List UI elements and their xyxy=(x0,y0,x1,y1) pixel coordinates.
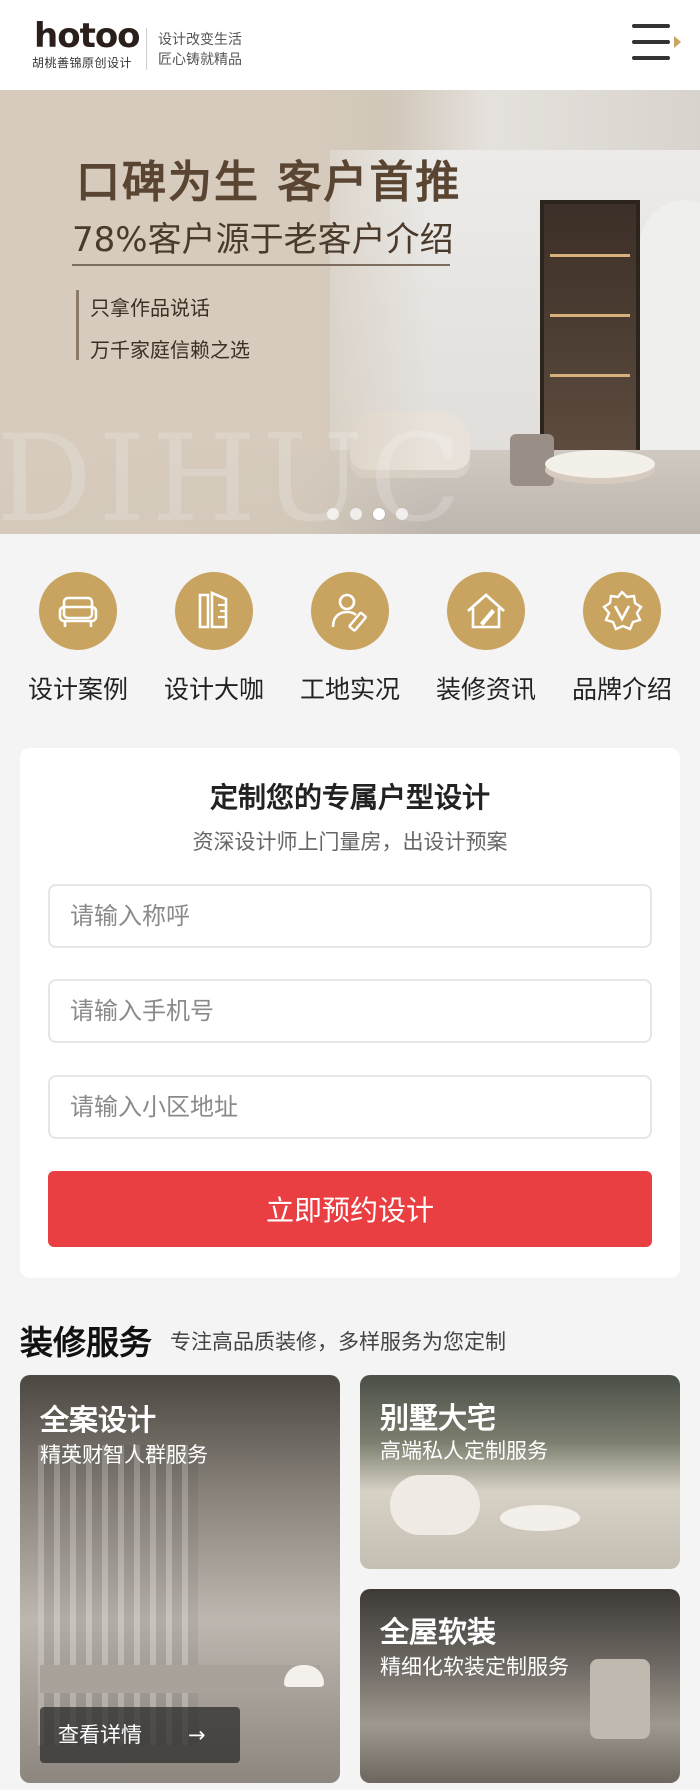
category-label: 品牌介绍 xyxy=(571,675,672,704)
service-card-full-design[interactable]: 全案设计 精英财智人群服务 查看详情 → xyxy=(20,1375,340,1783)
service-title: 别墅大宅 xyxy=(380,1401,497,1435)
category-site-live[interactable]: 工地实况 xyxy=(282,560,418,710)
category-label: 装修资讯 xyxy=(435,675,536,704)
service-desc: 精细化软装定制服务 xyxy=(380,1655,569,1679)
service-title: 全屋软装 xyxy=(380,1615,497,1649)
cabinet-shelf xyxy=(550,254,630,257)
carousel-dot-active[interactable] xyxy=(373,508,385,520)
photo-couch xyxy=(390,1475,480,1535)
photo-chair xyxy=(590,1659,650,1739)
phone-input[interactable] xyxy=(48,979,652,1043)
hero-banner[interactable]: DIHUC 口碑为生 客户首推 78%客户源于老客户介绍 只拿作品说话 万千家庭… xyxy=(0,90,700,534)
menu-arrow-icon xyxy=(674,36,681,48)
service-card-soft-furnishing[interactable]: 全屋软装 精细化软装定制服务 xyxy=(360,1589,680,1783)
banner-photo-coffee-table xyxy=(545,450,655,478)
banner-bullet-2: 万千家庭信赖之选 xyxy=(90,338,250,362)
carousel-dot[interactable] xyxy=(327,508,339,520)
service-title: 全案设计 xyxy=(40,1403,157,1437)
brand-subtitle: 胡桃善锦原创设计 xyxy=(32,56,133,70)
menu-bar xyxy=(632,40,670,44)
photo-curtain xyxy=(38,1445,198,1745)
services-tagline: 专注高品质装修，多样服务为您定制 xyxy=(170,1330,506,1354)
sofa-icon xyxy=(58,596,98,627)
category-nav: 设计案例 设计大咖 工地实况 装修资讯 品牌介绍 xyxy=(0,560,700,710)
banner-bullet-1: 只拿作品说话 xyxy=(90,296,210,320)
banner-subheadline: 78%客户源于老客户介绍 xyxy=(72,220,454,260)
view-details-button[interactable]: 查看详情 → xyxy=(40,1707,240,1763)
service-desc: 精英财智人群服务 xyxy=(40,1443,208,1467)
banner-rule xyxy=(72,264,450,266)
slogan-line-2: 匠心铸就精品 xyxy=(158,52,242,68)
house-brush-icon xyxy=(467,593,505,629)
worker-icon xyxy=(331,593,367,632)
menu-bar xyxy=(632,56,670,60)
service-card-villa[interactable]: 别墅大宅 高端私人定制服务 xyxy=(360,1375,680,1569)
form-title: 定制您的专属户型设计 xyxy=(209,781,490,814)
menu-bar xyxy=(632,24,670,28)
category-brand[interactable]: 品牌介绍 xyxy=(554,560,690,710)
carousel-dots xyxy=(325,508,415,522)
form-subtitle: 资深设计师上门量房，出设计预案 xyxy=(192,830,508,854)
hamburger-menu-icon[interactable] xyxy=(630,22,682,62)
category-top-designers[interactable]: 设计大咖 xyxy=(146,560,282,710)
photo-table xyxy=(500,1505,580,1531)
cabinet-shelf xyxy=(550,314,630,317)
header-divider xyxy=(146,28,147,70)
cabinet-shelf xyxy=(550,374,630,377)
category-icon-circle xyxy=(311,572,389,650)
brand-slogan: 设计改变生活 匠心铸就精品 xyxy=(158,30,242,70)
banner-accent-bar xyxy=(76,290,79,360)
category-news[interactable]: 装修资讯 xyxy=(418,560,554,710)
category-label: 工地实况 xyxy=(299,675,400,704)
badge-v-icon xyxy=(602,590,643,631)
view-details-label: 查看详情 xyxy=(58,1723,142,1747)
arrow-right-icon: → xyxy=(188,1723,206,1747)
carousel-dot[interactable] xyxy=(350,508,362,520)
slogan-line-1: 设计改变生活 xyxy=(158,32,242,48)
services-heading: 装修服务 xyxy=(20,1323,152,1362)
book-design-button[interactable]: 立即预约设计 xyxy=(48,1171,652,1247)
services-header: 装修服务 专注高品质装修，多样服务为您定制 xyxy=(20,1316,680,1362)
category-icon-circle xyxy=(39,572,117,650)
ruler-pencil-icon xyxy=(198,591,228,629)
address-input[interactable] xyxy=(48,1075,652,1139)
name-input[interactable] xyxy=(48,884,652,948)
category-design-cases[interactable]: 设计案例 xyxy=(10,560,146,710)
site-header: hotoo 胡桃善锦原创设计 设计改变生活 匠心铸就精品 xyxy=(0,0,700,90)
service-desc: 高端私人定制服务 xyxy=(380,1439,548,1463)
banner-photo-cabinet xyxy=(540,200,640,460)
carousel-dot[interactable] xyxy=(396,508,408,520)
banner-headline: 口碑为生 客户首推 xyxy=(76,157,462,208)
category-label: 设计大咖 xyxy=(163,675,264,704)
photo-bench xyxy=(40,1665,320,1693)
brand-logo[interactable]: hotoo xyxy=(34,16,141,56)
category-icon-circle xyxy=(583,572,661,650)
category-icon-circle xyxy=(447,572,525,650)
design-booking-form: 定制您的专属户型设计 资深设计师上门量房，出设计预案 立即预约设计 xyxy=(20,748,680,1278)
category-icon-circle xyxy=(175,572,253,650)
category-label: 设计案例 xyxy=(27,675,128,704)
